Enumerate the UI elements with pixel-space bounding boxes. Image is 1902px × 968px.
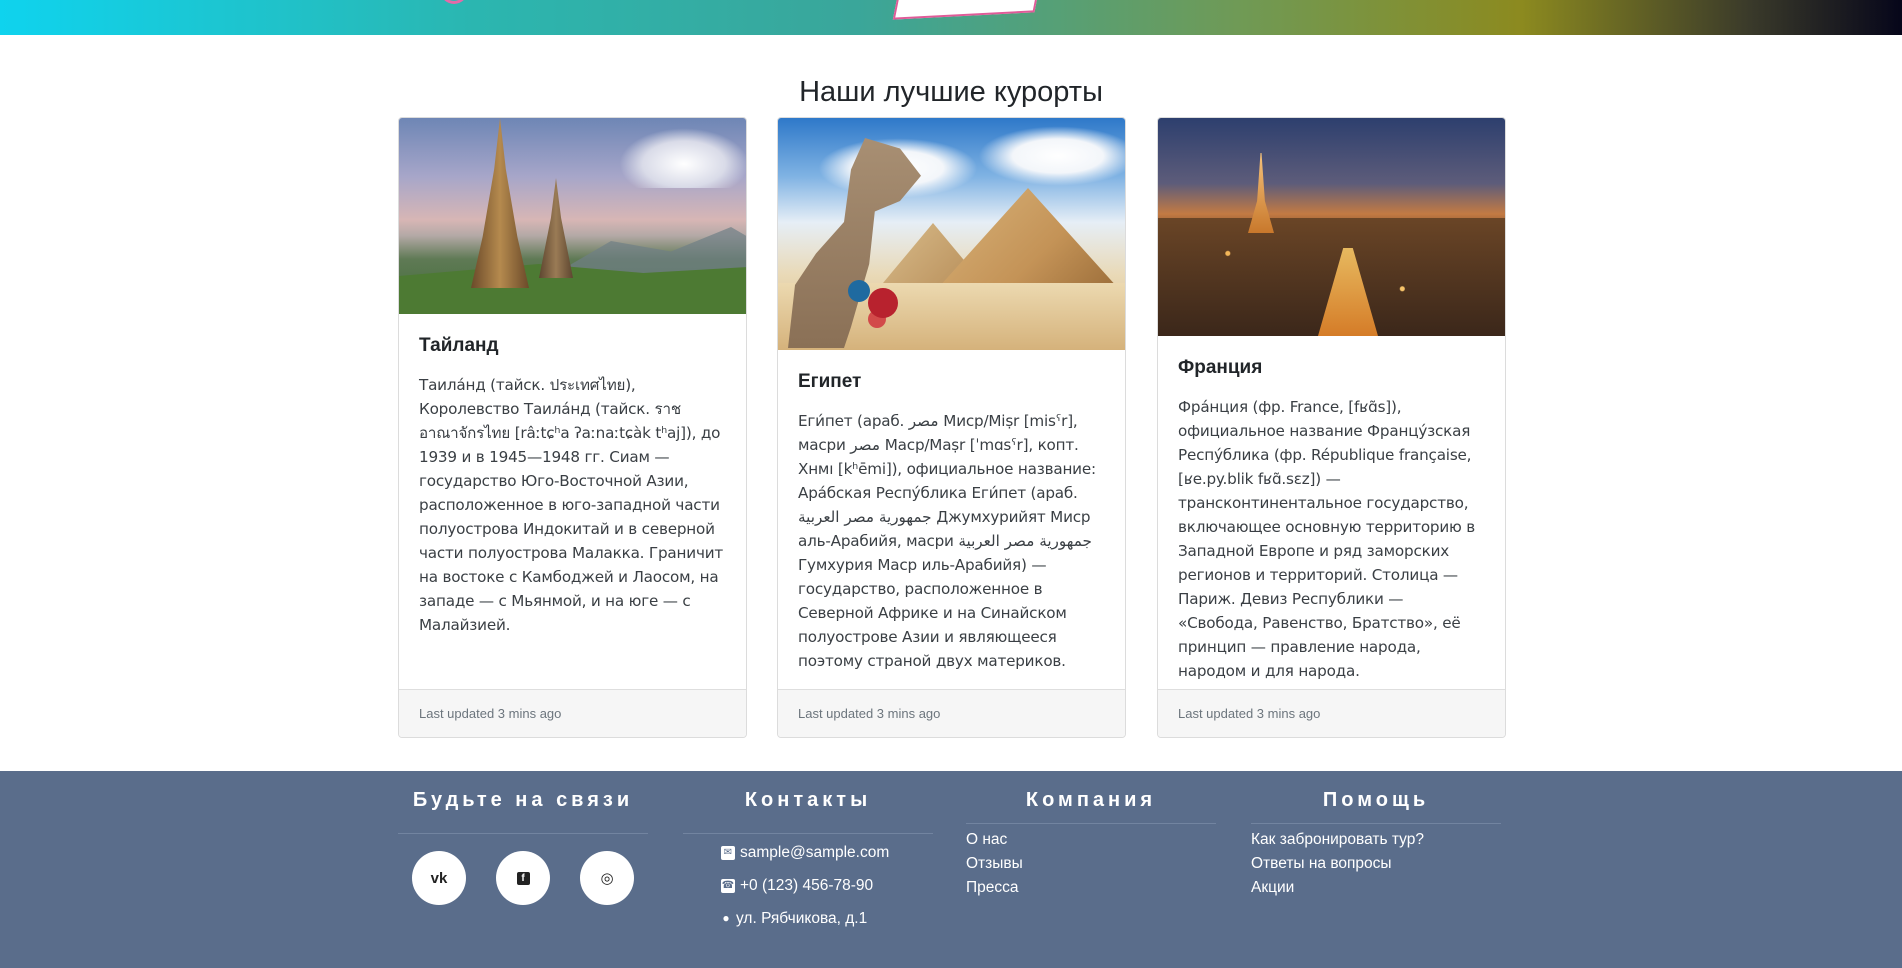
card-footer: Last updated 3 mins ago [1158, 689, 1505, 737]
resort-card-thailand: Тайланд Таила́нд (тайск. ประเทศไทย), Кор… [398, 117, 747, 738]
footer-help: Помощь Как забронировать тур? Ответы на … [1251, 771, 1501, 900]
footer-link-about[interactable]: О нас [966, 828, 1216, 852]
divider [683, 833, 933, 834]
banner-decoration [892, 0, 1040, 20]
section-title: Наши лучшие курорты [799, 76, 1103, 108]
banner-decoration [440, 0, 468, 4]
instagram-icon[interactable]: ◎ [580, 851, 634, 905]
header-banner [0, 0, 1902, 35]
footer-company: Компания О нас Отзывы Пресса [966, 771, 1216, 900]
contact-address: ● ул. Рябчикова, д.1 [722, 910, 868, 927]
divider [398, 833, 648, 834]
footer-heading: Будьте на связи [412, 789, 634, 811]
footer-social: Будьте на связи vk f ◎ [398, 771, 648, 905]
vk-icon[interactable]: vk [412, 851, 466, 905]
card-footer: Last updated 3 mins ago [399, 689, 746, 737]
card-image [1158, 118, 1505, 336]
footer-link-how-to-book[interactable]: Как забронировать тур? [1251, 828, 1501, 852]
footer-heading: Компания [1025, 789, 1157, 811]
footer-link-faq[interactable]: Ответы на вопросы [1251, 852, 1501, 876]
footer-contacts: Контакты ✉ sample@sample.com ☎ +0 (123) … [683, 771, 933, 935]
divider [966, 823, 1216, 824]
card-body: Египет Еги́пет (араб. مصر‎ Миср/Miṣr [mi… [778, 371, 1125, 673]
phone-icon: ☎ [721, 878, 735, 893]
card-title: Франция [1178, 357, 1263, 378]
card-title: Египет [798, 371, 862, 392]
facebook-icon[interactable]: f [496, 851, 550, 905]
card-text: Фра́нция (фр. France, [fʁɑ̃s]), официаль… [1178, 398, 1476, 680]
divider [1251, 823, 1501, 824]
card-title: Тайланд [419, 335, 499, 356]
footer-heading: Помощь [1322, 789, 1430, 811]
resort-card-france: Франция Фра́нция (фр. France, [fʁɑ̃s]), … [1157, 117, 1506, 738]
card-image [399, 118, 746, 314]
envelope-icon: ✉ [721, 845, 735, 860]
social-links: vk f ◎ [398, 851, 648, 905]
resort-card-egypt: Египет Еги́пет (араб. مصر‎ Миср/Miṣr [mi… [777, 117, 1126, 738]
footer-link-deals[interactable]: Акции [1251, 876, 1501, 900]
card-body: Тайланд Таила́нд (тайск. ประเทศไทย), Кор… [399, 335, 746, 637]
map-marker-icon: ● [722, 911, 730, 925]
footer-link-press[interactable]: Пресса [966, 876, 1216, 900]
contact-phone[interactable]: ☎ +0 (123) 456-78-90 [721, 869, 933, 902]
card-footer: Last updated 3 mins ago [778, 689, 1125, 737]
card-body: Франция Фра́нция (фр. France, [fʁɑ̃s]), … [1158, 357, 1505, 683]
card-image [778, 118, 1125, 350]
card-text: Еги́пет (араб. مصر‎ Миср/Miṣr [misˤr], м… [798, 412, 1096, 670]
footer-link-reviews[interactable]: Отзывы [966, 852, 1216, 876]
card-text: Таила́нд (тайск. ประเทศไทย), Королевство… [419, 376, 724, 634]
site-footer: Будьте на связи vk f ◎ Контакты ✉ sample… [0, 771, 1902, 968]
contact-email[interactable]: ✉ sample@sample.com [721, 836, 933, 869]
footer-heading: Контакты [744, 789, 872, 811]
